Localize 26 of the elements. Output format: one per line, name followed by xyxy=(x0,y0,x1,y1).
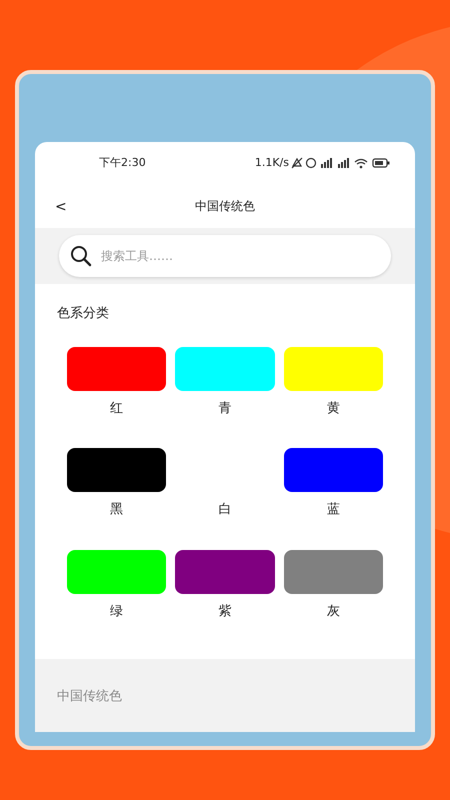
status-time: 下午2:30 xyxy=(99,154,146,171)
swatch-label: 灰 xyxy=(326,602,340,620)
swatch-label: 白 xyxy=(218,501,232,519)
swatch-label: 黑 xyxy=(110,501,124,519)
color-swatch[interactable] xyxy=(284,550,383,594)
network-speed: 1.1K/s xyxy=(254,154,289,171)
swatch-label: 青 xyxy=(218,400,232,418)
page-title: 中国传统色 xyxy=(195,198,255,215)
swatch-label: 黄 xyxy=(326,400,340,418)
swatch-label: 绿 xyxy=(110,602,124,620)
color-swatch[interactable] xyxy=(284,448,383,492)
swatch-label: 蓝 xyxy=(326,501,340,519)
section-title: 色系分类 xyxy=(57,305,110,323)
color-swatch[interactable] xyxy=(284,346,383,390)
search-input[interactable]: 搜索工具…… xyxy=(101,247,381,265)
swatch-label: 红 xyxy=(110,400,124,418)
swatch-label: 紫 xyxy=(218,602,232,620)
color-swatch[interactable] xyxy=(175,346,275,390)
search-field[interactable]: 搜索工具…… xyxy=(59,235,391,277)
color-swatch[interactable] xyxy=(67,550,166,594)
color-swatch[interactable] xyxy=(175,550,275,594)
color-swatch[interactable] xyxy=(67,346,166,390)
back-button[interactable]: < xyxy=(55,197,67,218)
footer-title: 中国传统色 xyxy=(57,688,123,706)
search-icon xyxy=(69,244,93,268)
color-swatch[interactable] xyxy=(67,448,166,492)
